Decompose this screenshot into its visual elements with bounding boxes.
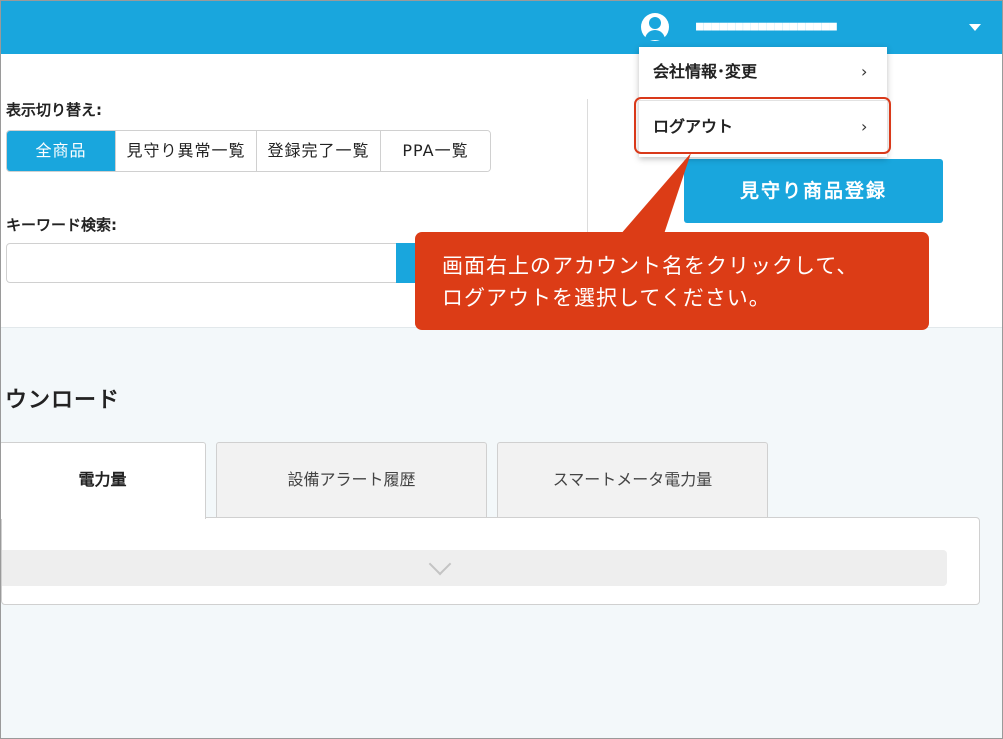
view-option-monitoring-errors[interactable]: 見守り異常一覧 <box>116 131 257 171</box>
instruction-callout: 画面右上のアカウント名をクリックして、 ログアウトを選択してください。 <box>415 232 929 330</box>
view-switch-label: 表示切り替え: <box>6 101 102 119</box>
chevron-down-icon <box>428 552 452 576</box>
callout-line-1: 画面右上のアカウント名をクリックして、 <box>442 254 859 278</box>
account-menu-trigger[interactable]: ■■■■■■■■■■■■■■■■■■ <box>641 13 837 41</box>
account-name: ■■■■■■■■■■■■■■■■■■ <box>696 19 837 34</box>
keyword-search-input[interactable] <box>6 243 413 283</box>
view-option-registration-complete[interactable]: 登録完了一覧 <box>257 131 381 171</box>
chevron-down-icon[interactable] <box>969 24 981 31</box>
register-product-button[interactable]: 見守り商品登録 <box>684 159 943 223</box>
app-window: ■■■■■■■■■■■■■■■■■■ 表示切り替え: 全商品 見守り異常一覧 登… <box>0 0 1003 739</box>
keyword-search-label: キーワード検索: <box>6 216 117 234</box>
view-option-ppa[interactable]: PPA一覧 <box>381 131 490 171</box>
menu-item-company-info[interactable]: 会社情報･変更 › <box>639 47 887 97</box>
callout-line-2: ログアウトを選択してください。 <box>442 286 771 310</box>
download-section: ウンロード 電力量 設備アラート履歴 スマートメータ電力量 <box>1 327 1002 738</box>
tab-smart-meter-power[interactable]: スマートメータ電力量 <box>497 442 768 519</box>
download-section-title: ウンロード <box>5 388 121 413</box>
view-option-all-products[interactable]: 全商品 <box>7 131 116 171</box>
chevron-right-icon: › <box>861 62 868 81</box>
accordion-toggle[interactable] <box>2 550 947 586</box>
tab-equipment-alert-history[interactable]: 設備アラート履歴 <box>216 442 487 519</box>
tab-panel <box>1 517 980 605</box>
view-switch: 全商品 見守り異常一覧 登録完了一覧 PPA一覧 <box>6 130 491 172</box>
logout-highlight <box>634 97 891 154</box>
user-avatar-icon <box>641 13 669 41</box>
tab-power-amount[interactable]: 電力量 <box>1 442 206 519</box>
search-button[interactable] <box>396 243 416 283</box>
